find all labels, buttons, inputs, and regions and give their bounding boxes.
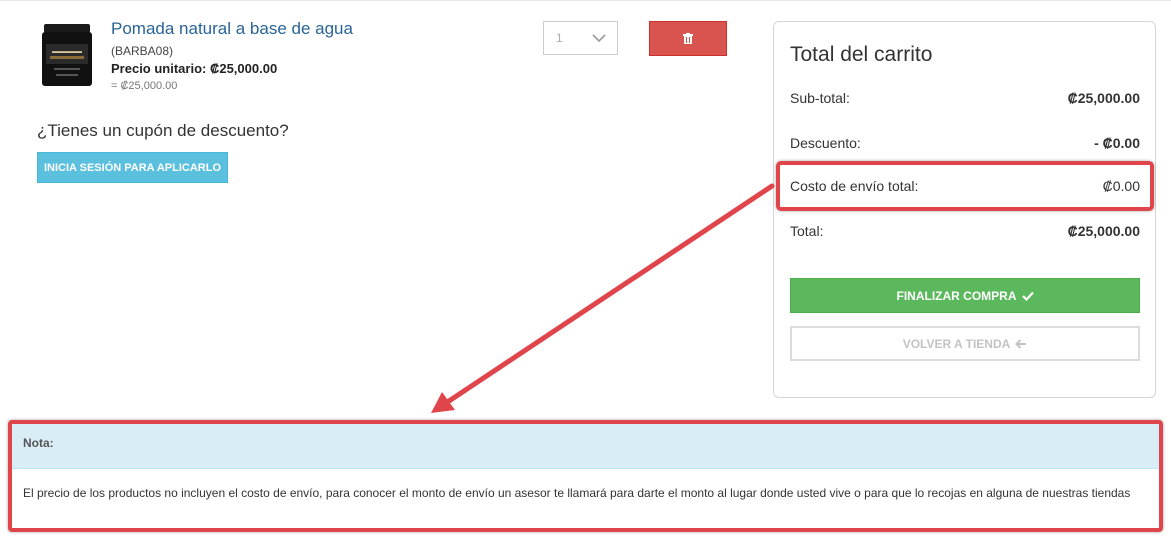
product-name-link[interactable]: Pomada natural a base de agua	[111, 19, 353, 39]
back-to-store-label: VOLVER A TIENDA	[902, 336, 1011, 351]
arrow-left-icon	[1015, 338, 1027, 349]
discount-label: Descuento:	[790, 135, 861, 151]
back-to-store-button[interactable]: VOLVER A TIENDA	[790, 326, 1140, 361]
login-to-apply-coupon-button[interactable]: INICIA SESIÓN PARA APLICARLO	[37, 152, 228, 183]
cart-summary-title: Total del carrito	[790, 43, 933, 66]
trash-icon	[683, 33, 693, 44]
total-label: Total:	[790, 223, 824, 239]
product-image[interactable]: ▬▬▬▬▬	[40, 22, 94, 88]
checkout-button-label: FINALIZAR COMPRA	[896, 288, 1017, 303]
checkout-button[interactable]: FINALIZAR COMPRA	[790, 278, 1140, 313]
note-body: El precio de los productos no incluyen e…	[23, 486, 1131, 500]
line-total: = ₡25,000.00	[111, 80, 178, 92]
coupon-heading: ¿Tienes un cupón de descuento?	[37, 121, 289, 140]
shipping-annotation-highlight	[776, 161, 1154, 211]
delete-item-button[interactable]	[649, 21, 727, 56]
subtotal-value: ₡25,000.00	[1067, 90, 1140, 106]
product-code: (BARBA08)	[111, 44, 174, 58]
unit-price: Precio unitario: ₡25,000.00	[111, 61, 278, 76]
note-header: Nota:	[12, 424, 1159, 469]
quantity-value: 1	[556, 31, 563, 45]
svg-text:▬▬▬▬▬: ▬▬▬▬▬	[52, 49, 82, 55]
total-value: ₡25,000.00	[1067, 223, 1140, 239]
chevron-down-icon	[592, 34, 606, 43]
subtotal-label: Sub-total:	[790, 90, 850, 106]
quantity-select[interactable]: 1	[543, 21, 618, 55]
checkmark-icon	[1021, 291, 1034, 301]
shipping-note-box: Nota: El precio de los productos no incl…	[8, 420, 1163, 532]
discount-value: - ₡0.00	[1094, 135, 1140, 151]
top-divider	[0, 0, 1171, 1]
note-title: Nota:	[23, 436, 54, 450]
